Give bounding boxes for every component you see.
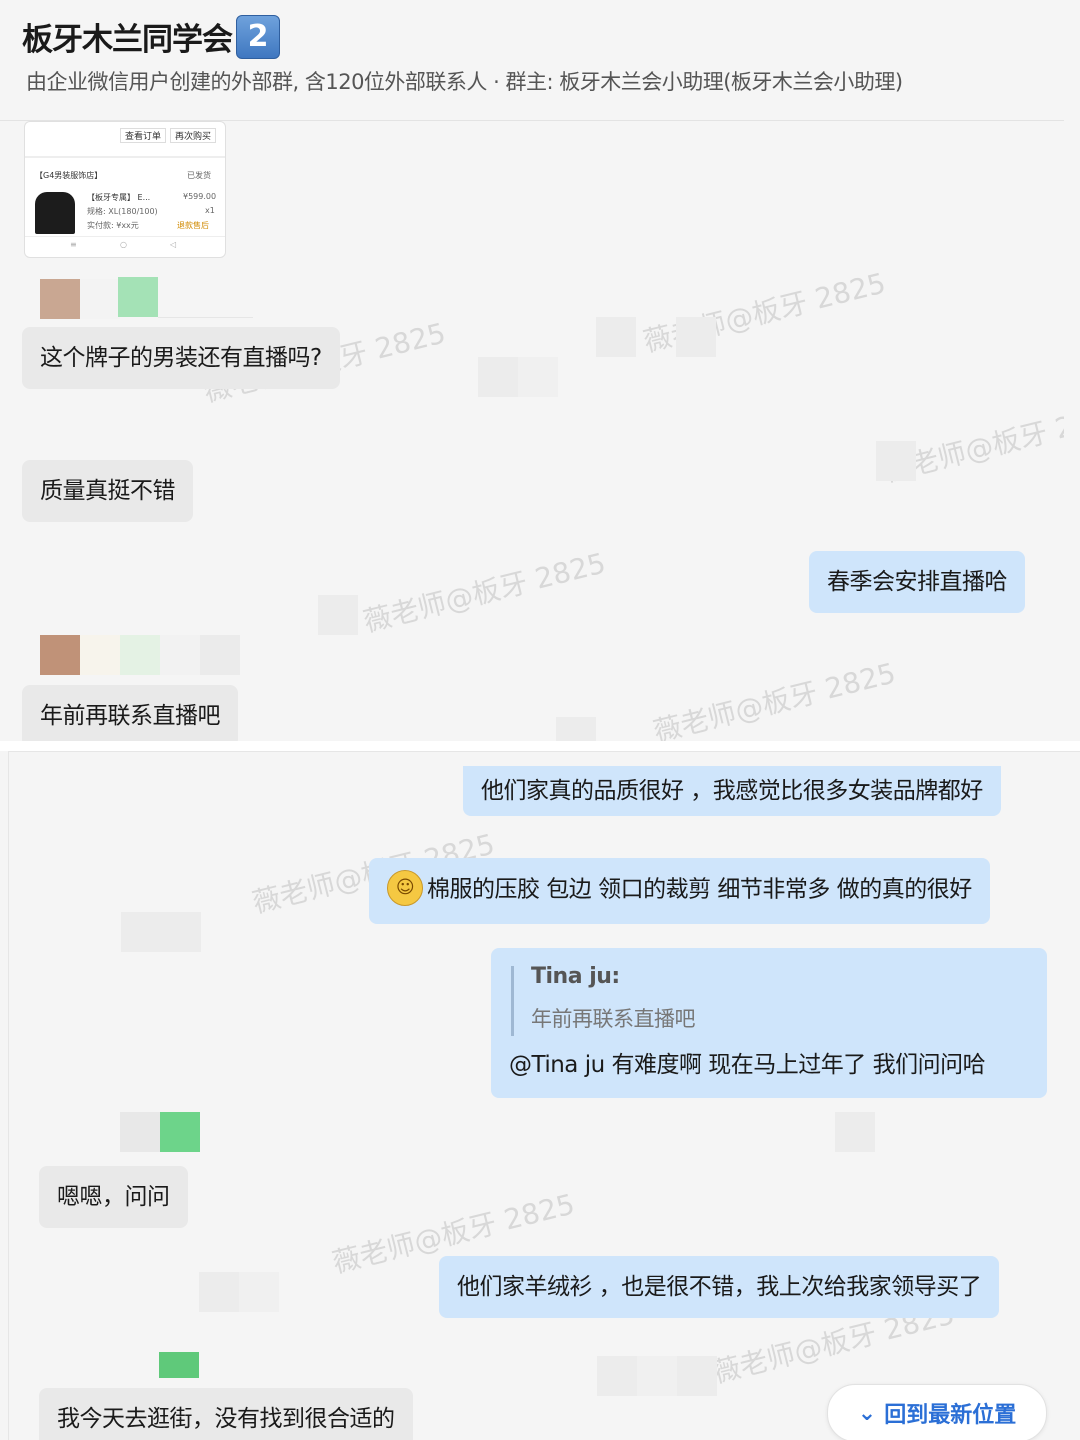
avatar[interactable]: [40, 635, 80, 675]
avatar[interactable]: [40, 279, 80, 319]
mosaic: [876, 441, 916, 481]
avatar[interactable]: [160, 1112, 200, 1152]
title-row: 板牙木兰同学会 2: [22, 14, 280, 59]
order-screenshot-image[interactable]: 查看订单 再次购买 【G4男装服饰店】 已发货 【板牙专属】 E... ¥599…: [24, 121, 226, 258]
mosaic: [518, 357, 558, 397]
grinning-face-emoji-icon: ☺: [387, 870, 423, 906]
message-bubble[interactable]: 他们家羊绒衫 ，也是很不错，我上次给我家领导买了: [439, 1256, 1000, 1318]
mosaic: [835, 1112, 875, 1152]
watermark: 薇老师@板牙 2825: [360, 546, 609, 639]
avatar[interactable]: [159, 1352, 199, 1378]
screenshot-divider: [0, 741, 1080, 751]
quoted-sender: Tina ju:: [531, 964, 620, 989]
product-spec: 规格: XL(180/100): [87, 207, 158, 216]
message-bubble[interactable]: 质量真挺不错: [22, 460, 193, 522]
double-chevron-down-icon: ⌄: [857, 1400, 877, 1426]
mosaic: [596, 317, 636, 357]
message-bubble[interactable]: ☺ 棉服的压胶 包边 领口的裁剪 细节非常多 做的真的很好: [369, 858, 990, 924]
watermark: 薇老师@板牙 2825: [650, 656, 899, 741]
mosaic: [597, 1356, 637, 1396]
keycap-two-badge: 2: [236, 14, 280, 59]
shop-name: 【G4男装服饰店】: [35, 171, 103, 180]
chat-history-top[interactable]: 薇老师@板牙 2825 薇老师@板牙 2825 薇老师@板牙 2825 薇老师@…: [0, 121, 1064, 741]
product-tag: 退款售后: [177, 221, 209, 230]
message-bubble[interactable]: 他们家真的品质很好 ，我感觉比很多女装品牌都好: [463, 766, 1001, 816]
quoted-reply-bubble[interactable]: Tina ju: 年前再联系直播吧 @Tina ju 有难度啊 现在马上过年了 …: [491, 948, 1047, 1098]
name-mosaic: [120, 635, 160, 675]
buy-again-button: 再次购买: [170, 128, 217, 143]
name-mosaic: [120, 1112, 160, 1152]
message-bubble[interactable]: 嗯嗯，问问: [39, 1166, 188, 1228]
nav-back-icon: ◁: [170, 240, 177, 249]
mosaic: [318, 595, 358, 635]
mosaic: [121, 912, 161, 952]
mosaic: [199, 1272, 239, 1312]
product-qty: x1: [205, 206, 215, 215]
mosaic: [637, 1356, 677, 1396]
message-bubble[interactable]: 春季会安排直播哈: [809, 551, 1025, 613]
mosaic: [239, 1272, 279, 1312]
product-name: 【板牙专属】 E...: [87, 193, 151, 202]
mosaic: [556, 717, 596, 741]
jacket-thumbnail: [35, 192, 75, 234]
message-bubble[interactable]: 这个牌子的男装还有直播吗?: [22, 327, 340, 389]
message-text: @Tina ju 有难度啊 现在马上过年了 我们问问哈: [509, 1052, 986, 1078]
jump-to-latest-button[interactable]: ⌄ 回到最新位置: [827, 1384, 1047, 1440]
chat-header: 板牙木兰同学会 2 由企业微信用户创建的外部群, 含120位外部联系人 · 群主…: [0, 0, 1064, 121]
quoted-text: 年前再联系直播吧: [531, 1007, 696, 1031]
order-status: 已发货: [187, 171, 211, 180]
name-mosaic: [160, 635, 200, 675]
message-text: 棉服的压胶 包边 领口的裁剪 细节非常多 做的真的很好: [427, 876, 972, 903]
group-subtitle: 由企业微信用户创建的外部群, 含120位外部联系人 · 群主: 板牙木兰会小助理…: [26, 70, 903, 94]
name-mosaic: [200, 635, 240, 675]
mosaic: [161, 912, 201, 952]
quote-bar: [511, 966, 514, 1036]
name-mosaic: [80, 635, 120, 675]
message-bubble[interactable]: 我今天去逛街，没有找到很合适的: [39, 1388, 413, 1440]
mosaic: [676, 317, 716, 357]
mosaic: [478, 357, 518, 397]
mosaic: [677, 1356, 717, 1396]
nav-home-icon: ○: [120, 240, 127, 249]
message-bubble[interactable]: 年前再联系直播吧: [22, 685, 238, 741]
nav-menu-icon: ≡: [70, 240, 77, 249]
name-mosaic: [80, 279, 120, 319]
product-price: ¥599.00: [183, 192, 217, 201]
name-mosaic: [118, 277, 158, 317]
product-extra: 实付款: ¥xx元: [87, 221, 139, 230]
chat-scroll-area[interactable]: 薇老师@板牙 2825 薇老师@板牙 2825 薇老师@板牙 2825 他们家真…: [8, 751, 1080, 1440]
jump-to-latest-label: 回到最新位置: [884, 1403, 1017, 1428]
chat-history-bottom[interactable]: 薇老师@板牙 2825 薇老师@板牙 2825 薇老师@板牙 2825 他们家真…: [0, 751, 1080, 1440]
view-order-button: 查看订单: [120, 128, 167, 143]
group-title[interactable]: 板牙木兰同学会: [22, 14, 233, 59]
